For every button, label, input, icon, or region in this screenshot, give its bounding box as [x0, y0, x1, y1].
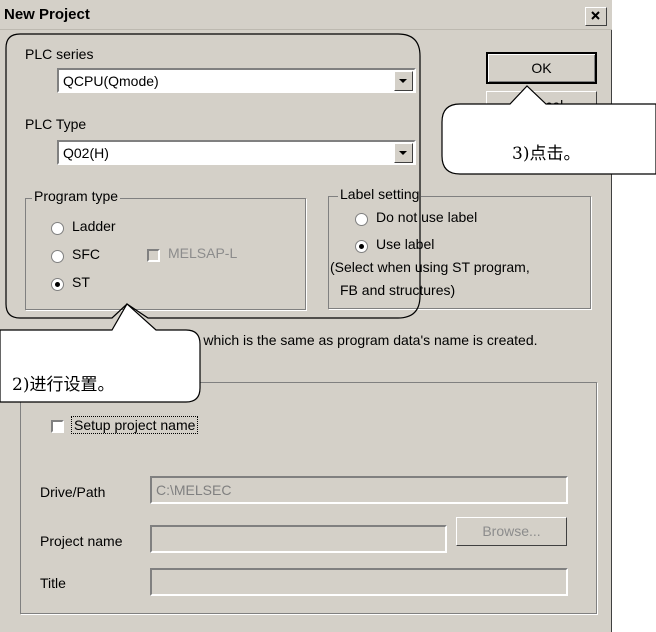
window-title: New Project [4, 6, 90, 23]
new-project-dialog: New Project PLC series QCPU(Qmode) PLC T… [0, 0, 612, 632]
device-memory-text: ata which is the same as program data's … [180, 332, 538, 348]
ladder-label: Ladder [72, 218, 116, 234]
drive-path-value: C:\MELSEC [156, 482, 232, 498]
plc-series-combo[interactable]: QCPU(Qmode) [57, 68, 416, 93]
sfc-radio[interactable] [51, 250, 64, 263]
setup-project-name-checkbox[interactable] [51, 420, 64, 433]
cancel-button-label: Cancel [519, 97, 564, 113]
do-not-use-label-label: Do not use label [376, 209, 478, 225]
melsap-l-label: MELSAP-L [168, 245, 238, 261]
close-button[interactable] [585, 7, 607, 26]
chevron-down-icon [399, 79, 407, 83]
project-name-field[interactable] [150, 525, 447, 553]
cancel-button[interactable]: Cancel [486, 91, 597, 121]
label-setting-legend: Label setting [338, 186, 422, 202]
ladder-radio[interactable] [51, 222, 64, 235]
use-label-radio[interactable] [355, 240, 368, 253]
ok-button-label: OK [531, 60, 552, 76]
drive-path-label: Drive/Path [40, 484, 106, 500]
st-radio[interactable] [51, 278, 64, 291]
st-label: ST [72, 274, 90, 290]
browse-button[interactable]: Browse... [456, 517, 567, 546]
radio-selected-dot [359, 244, 364, 249]
browse-button-label: Browse... [482, 523, 541, 539]
ok-button[interactable]: OK [486, 52, 597, 84]
plc-series-dropdown-button[interactable] [394, 71, 413, 91]
drive-path-field[interactable]: C:\MELSEC [150, 476, 568, 504]
do-not-use-label-radio[interactable] [355, 213, 368, 226]
label-setting-note-line1: (Select when using ST program, [330, 259, 530, 275]
sfc-label: SFC [72, 246, 100, 262]
plc-type-dropdown-button[interactable] [394, 143, 413, 163]
plc-series-label: PLC series [25, 46, 94, 62]
plc-type-value: Q02(H) [63, 145, 109, 161]
close-icon [591, 11, 600, 20]
plc-type-label: PLC Type [25, 116, 87, 132]
melsap-l-checkbox[interactable] [147, 249, 160, 262]
label-setting-note-line2: FB and structures) [340, 282, 456, 298]
chevron-down-icon [399, 151, 407, 155]
title-field[interactable] [150, 568, 568, 596]
use-label-label: Use label [376, 236, 435, 252]
callout-click-text: 3)点击。 [512, 144, 581, 164]
project-name-label: Project name [40, 533, 123, 549]
program-type-group [25, 198, 306, 310]
device-memory-checkbox[interactable] [34, 336, 47, 349]
radio-selected-dot [55, 282, 60, 287]
program-type-legend: Program type [32, 188, 121, 204]
setup-project-name-label: Setup project name [71, 416, 199, 434]
plc-series-value: QCPU(Qmode) [63, 73, 159, 89]
plc-type-combo[interactable]: Q02(H) [57, 140, 416, 165]
callout-setting-text: 2)进行设置。 [12, 375, 115, 395]
title-bar: New Project [0, 0, 612, 30]
title-label: Title [40, 575, 66, 591]
